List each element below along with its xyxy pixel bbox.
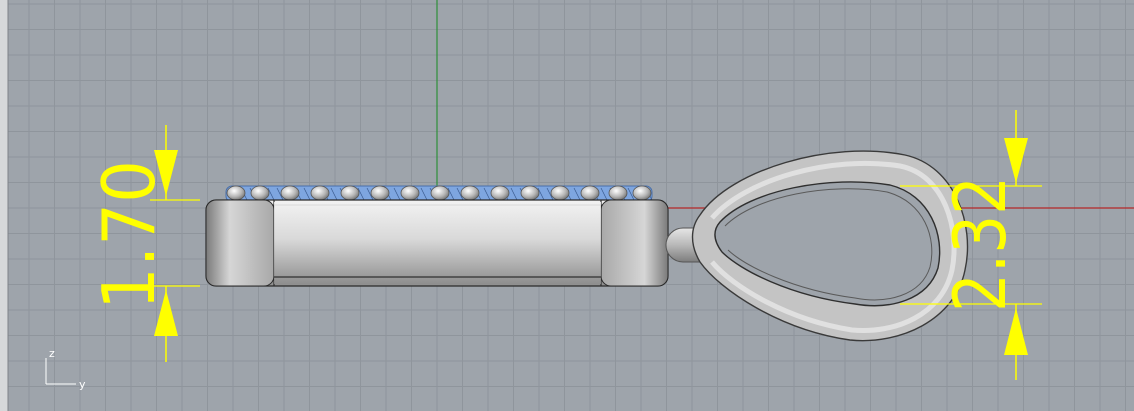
viewport-left-border	[0, 0, 8, 411]
setting-bead	[430, 185, 450, 201]
dim-right-value: 2.32	[938, 176, 1022, 312]
triad-z-label: z	[49, 347, 55, 360]
pendant-right-cap	[600, 199, 669, 287]
setting-bead	[490, 185, 510, 201]
setting-bead	[550, 185, 570, 201]
setting-bead	[632, 185, 652, 201]
setting-bead	[608, 185, 628, 201]
setting-bead	[520, 185, 540, 201]
dim-left-value: 1.70	[87, 160, 171, 310]
setting-bead	[250, 185, 270, 201]
setting-bead	[400, 185, 420, 201]
setting-bead	[580, 185, 600, 201]
pendant-left-cap	[205, 199, 275, 287]
setting-bead	[370, 185, 390, 201]
setting-bead	[460, 185, 480, 201]
setting-bead	[226, 185, 246, 201]
rhino-right-viewport[interactable]: 1.70 2.32 z y	[0, 0, 1134, 411]
body-center-panel	[274, 202, 601, 284]
setting-bead	[310, 185, 330, 201]
triad-y-label: y	[79, 378, 86, 391]
setting-bead	[340, 185, 360, 201]
setting-bead	[280, 185, 300, 201]
